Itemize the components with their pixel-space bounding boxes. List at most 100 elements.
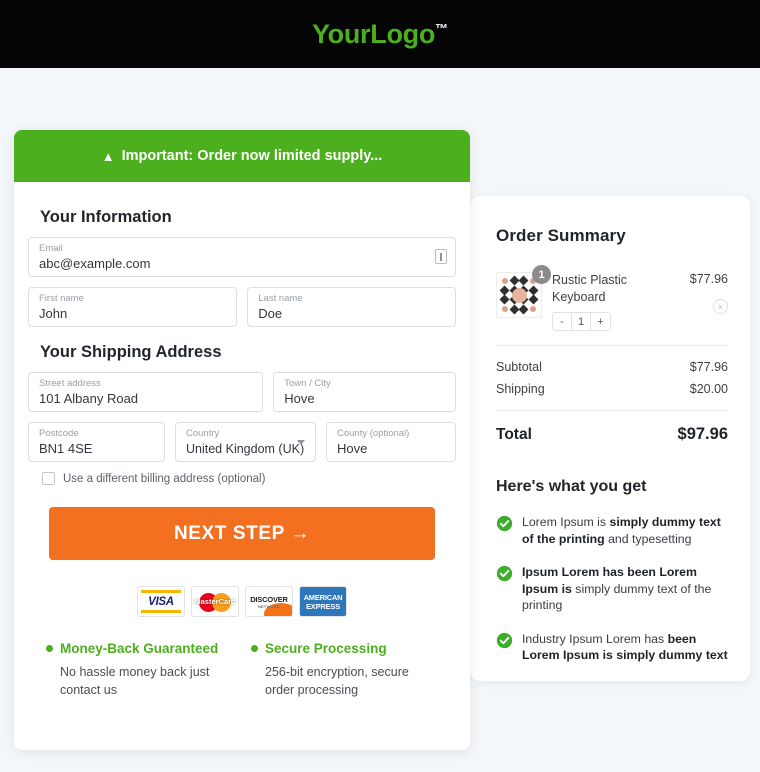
product-thumbnail-wrap: 1 xyxy=(496,265,551,318)
subtotal-value: $77.96 xyxy=(689,360,728,374)
your-information-heading: Your Information xyxy=(40,208,172,226)
autofill-icon[interactable] xyxy=(435,249,447,264)
trust-badge-heading: Money-Back Guaranteed xyxy=(46,641,237,656)
benefit-text: Ipsum Lorem has been Lorem Ipsum is simp… xyxy=(522,565,712,612)
check-circle-icon xyxy=(496,632,513,648)
visa-label: VISA xyxy=(148,595,174,608)
first-name-label: First name xyxy=(39,293,84,304)
postcode-country-row: Postcode BN1 4SE Country United Kingdom … xyxy=(28,422,456,462)
trust-badges: Money-Back Guaranteed No hassle money ba… xyxy=(46,641,456,699)
amex-label-line2: EXPRESS xyxy=(305,601,341,611)
shipping-value: $20.00 xyxy=(689,382,728,396)
last-name-field[interactable]: Last name Doe xyxy=(247,287,456,327)
discover-sublabel: NETWORK xyxy=(257,603,281,609)
quantity-increment-button[interactable]: + xyxy=(591,313,610,330)
name-row: First name John Last name Doe xyxy=(28,287,456,327)
email-field[interactable]: Email abc@example.com xyxy=(28,237,456,277)
order-summary-title: Order Summary xyxy=(496,226,626,245)
check-circle-icon xyxy=(496,515,513,532)
first-name-value: John xyxy=(39,306,68,321)
town-city-label: Town / City xyxy=(284,378,331,389)
town-city-value: Hove xyxy=(284,391,315,406)
quantity-value[interactable]: 1 xyxy=(572,313,591,330)
trust-badge-secure: Secure Processing 256-bit encryption, se… xyxy=(251,641,456,699)
money-back-title: Money-Back Guaranteed xyxy=(60,641,219,656)
benefit-item: Ipsum Lorem has been Lorem Ipsum is simp… xyxy=(496,564,728,614)
limited-supply-alert: ▲ Important: Order now limited supply... xyxy=(14,130,470,182)
trust-badge-heading: Secure Processing xyxy=(251,641,442,656)
last-name-label: Last name xyxy=(258,293,303,304)
benefit-text: Industry Ipsum Lorem has been Lorem Ipsu… xyxy=(522,631,728,663)
first-name-field[interactable]: First name John xyxy=(28,287,238,327)
email-label: Email xyxy=(39,243,63,254)
street-address-field[interactable]: Street address 101 Albany Road xyxy=(28,372,264,412)
email-value: abc@example.com xyxy=(39,256,151,271)
email-row: Email abc@example.com xyxy=(28,237,456,277)
site-header: YourLogo™ xyxy=(0,0,760,68)
benefit-item: Lorem Ipsum is simply dummy text of the … xyxy=(496,514,728,547)
product-details: Rustic Plastic Keyboard - 1 + xyxy=(552,272,666,331)
order-summary-card: Order Summary 1 Rustic Plastic Keyboard … xyxy=(470,196,750,681)
form-body: Your Information Email abc@example.com F… xyxy=(14,182,470,699)
discover-label: DISCOVER xyxy=(250,594,288,604)
subtotal-label: Subtotal xyxy=(496,360,542,374)
county-value: Hove xyxy=(337,441,368,456)
postcode-label: Postcode xyxy=(39,428,79,439)
bullet-icon xyxy=(251,645,258,652)
trademark-symbol: ™ xyxy=(435,20,449,36)
next-step-button[interactable]: NEXT STEP → xyxy=(49,507,435,560)
total-row: Total $97.96 xyxy=(496,425,728,444)
benefits-title: Here's what you get xyxy=(496,478,647,495)
brand-logo[interactable]: YourLogo™ xyxy=(311,18,449,49)
town-city-field[interactable]: Town / City Hove xyxy=(273,372,456,412)
street-address-value: 101 Albany Road xyxy=(39,391,139,406)
amex-icon: AMERICAN EXPRESS xyxy=(299,586,347,617)
postcode-value: BN1 4SE xyxy=(39,441,93,456)
billing-address-checkbox[interactable] xyxy=(42,472,55,485)
product-price: $77.96 xyxy=(689,272,728,286)
secure-processing-body: 256-bit encryption, secure order process… xyxy=(265,665,409,697)
total-value: $97.96 xyxy=(677,425,728,443)
country-label: Country xyxy=(186,428,220,439)
summary-divider-top xyxy=(496,345,728,346)
item-quantity-badge: 1 xyxy=(532,265,551,284)
product-price-area: $77.96 × xyxy=(666,272,728,314)
trust-badge-money-back: Money-Back Guaranteed No hassle money ba… xyxy=(46,641,251,699)
visa-icon: VISA xyxy=(137,586,185,617)
county-field[interactable]: County (optional) Hove xyxy=(326,422,456,462)
check-circle-icon xyxy=(496,565,513,582)
order-line-item: 1 Rustic Plastic Keyboard - 1 + $77.96 × xyxy=(496,265,728,331)
postcode-field[interactable]: Postcode BN1 4SE xyxy=(28,422,165,462)
checkout-form-card: ▲ Important: Order now limited supply...… xyxy=(14,130,470,750)
address-row: Street address 101 Albany Road Town / Ci… xyxy=(28,372,456,412)
checkout-page: YourLogo™ Order Summary 1 Rustic Plastic… xyxy=(0,0,760,772)
remove-item-icon[interactable]: × xyxy=(713,299,728,314)
billing-address-checkbox-row[interactable]: Use a different billing address (optiona… xyxy=(42,472,456,485)
total-label: Total xyxy=(496,426,532,443)
benefit-text: Lorem Ipsum is simply dummy text of the … xyxy=(522,515,721,546)
last-name-value: Doe xyxy=(258,306,283,321)
chevron-down-icon[interactable] xyxy=(297,440,305,445)
shipping-address-heading: Your Shipping Address xyxy=(40,343,222,361)
county-label: County (optional) xyxy=(337,428,410,439)
discover-icon: DISCOVER NETWORK xyxy=(245,586,293,617)
payment-card-logos: VISA MasterCard DISCOVER NETWORK AMERICA… xyxy=(28,586,456,617)
amex-label-line1: AMERICAN xyxy=(303,592,343,602)
product-name: Rustic Plastic Keyboard xyxy=(552,273,628,304)
shipping-label: Shipping xyxy=(496,382,545,396)
benefit-item: Industry Ipsum Lorem has been Lorem Ipsu… xyxy=(496,631,728,664)
mastercard-icon: MasterCard xyxy=(191,586,239,617)
quantity-decrement-button[interactable]: - xyxy=(553,313,572,330)
warning-triangle-icon: ▲ xyxy=(101,148,115,164)
bullet-icon xyxy=(46,645,53,652)
billing-address-label: Use a different billing address (optiona… xyxy=(63,472,266,485)
mastercard-label: MasterCard xyxy=(194,597,236,606)
secure-processing-title: Secure Processing xyxy=(265,641,387,656)
summary-divider-bottom xyxy=(496,410,728,411)
subtotal-row: Subtotal $77.96 xyxy=(496,360,728,374)
country-value: United Kingdom (UK) xyxy=(186,442,305,456)
alert-text: Important: Order now limited supply... xyxy=(121,148,383,164)
country-select[interactable]: Country United Kingdom (UK) xyxy=(175,422,316,462)
brand-logo-text: YourLogo xyxy=(311,18,436,49)
quantity-stepper[interactable]: - 1 + xyxy=(552,312,611,331)
